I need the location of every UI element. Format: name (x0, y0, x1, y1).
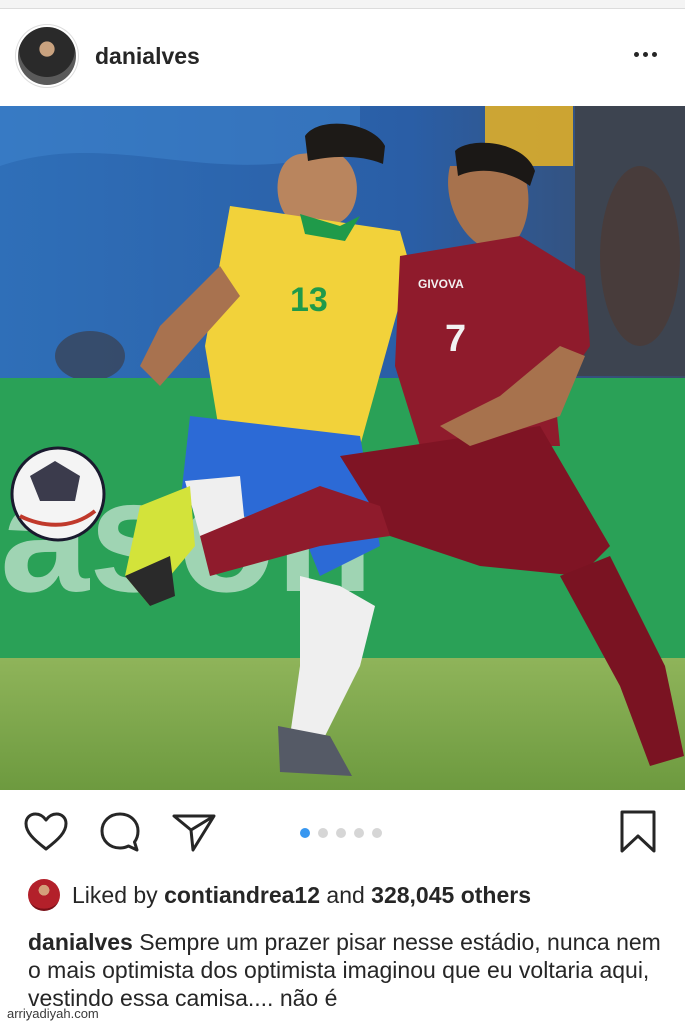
jersey-number-7: 7 (445, 318, 466, 360)
soccer-ball (10, 446, 106, 542)
likes-middle: and (320, 881, 372, 908)
share-button[interactable] (170, 806, 218, 858)
likes-prefix: Liked by (72, 881, 158, 908)
more-options-button[interactable] (628, 37, 662, 71)
watermark: arriyadiyah.com (4, 1006, 102, 1021)
likes-summary[interactable]: Liked by contiandrea12 and 328,045 other… (28, 878, 531, 912)
likes-count[interactable]: 328,045 others (371, 882, 531, 909)
soccer-photo: ason 13 7 GIVOVA (0, 106, 685, 790)
post-caption: danialves Sempre um prazer pisar nesse e… (28, 928, 668, 1012)
liker-avatar (28, 879, 60, 911)
jersey-sponsor: GIVOVA (418, 277, 464, 291)
post-header: danialves (0, 9, 685, 105)
like-button[interactable] (22, 806, 70, 858)
carousel-dot-3 (336, 828, 346, 838)
comment-icon (100, 812, 140, 852)
carousel-dot-4 (354, 828, 364, 838)
heart-icon (24, 812, 68, 851)
post-actions (0, 806, 685, 866)
carousel-dot-2 (318, 828, 328, 838)
dot-icon (633, 51, 639, 57)
profile-avatar[interactable] (18, 27, 76, 85)
bookmark-icon (620, 810, 656, 853)
carousel-indicator (300, 828, 390, 838)
comment-button[interactable] (96, 806, 144, 858)
carousel-dot-5 (372, 828, 382, 838)
top-bar (0, 0, 685, 9)
post-photo[interactable]: ason 13 7 GIVOVA (0, 106, 685, 790)
direct-share-icon (172, 814, 216, 852)
jersey-number-13: 13 (290, 281, 328, 319)
caption-username[interactable]: danialves (28, 929, 133, 955)
dot-icon (651, 51, 657, 57)
post-username[interactable]: danialves (95, 43, 200, 70)
save-button[interactable] (614, 806, 662, 858)
dot-icon (642, 51, 648, 57)
liker-username[interactable]: contiandrea12 (164, 882, 320, 909)
carousel-dot-1 (300, 828, 310, 838)
